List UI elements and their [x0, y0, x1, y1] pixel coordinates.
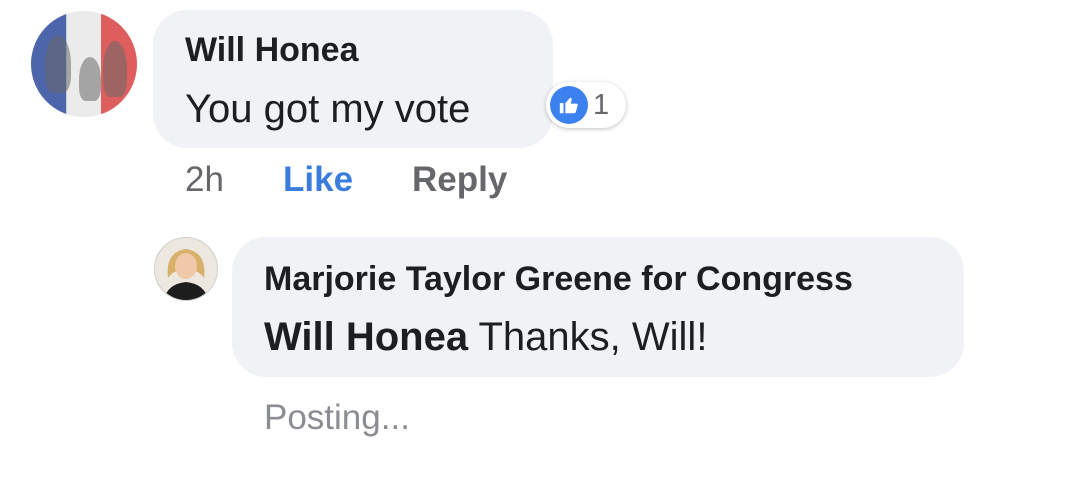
portrait-image: [155, 238, 217, 300]
reply-text: Will Honea Thanks, Will!: [264, 315, 707, 360]
reply-author[interactable]: Marjorie Taylor Greene for Congress: [264, 260, 853, 299]
reaction-count: 1: [593, 89, 610, 121]
mention-tag[interactable]: Will Honea: [264, 315, 468, 359]
comment-text: You got my vote: [185, 87, 471, 131]
like-button[interactable]: Like: [283, 160, 353, 200]
reply-author-avatar[interactable]: [154, 237, 218, 301]
reaction-badge[interactable]: 1: [546, 82, 626, 128]
commenter-avatar[interactable]: [31, 11, 137, 117]
comment-timestamp[interactable]: 2h: [185, 160, 224, 200]
reply-button[interactable]: Reply: [412, 160, 507, 200]
posting-status: Posting...: [264, 398, 410, 437]
reply-message: Thanks, Will!: [468, 315, 708, 359]
comment-author[interactable]: Will Honea: [185, 31, 359, 70]
like-thumb-icon: [550, 86, 588, 124]
